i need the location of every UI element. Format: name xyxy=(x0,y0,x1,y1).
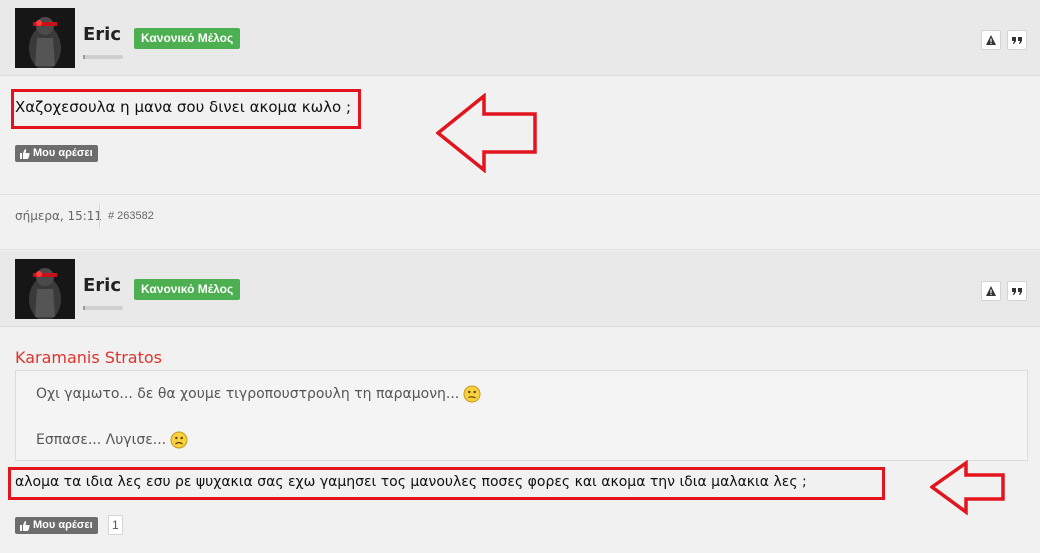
annotation-box-1 xyxy=(11,89,361,129)
thumbs-up-icon xyxy=(20,148,30,159)
quote-button[interactable] xyxy=(1007,281,1027,301)
reputation-bar xyxy=(83,306,123,310)
footer-divider xyxy=(99,204,100,228)
quote-block: Οχι γαμωτο... δε θα χουμε τιγροπουστρουλ… xyxy=(15,370,1028,461)
quote-line-1-text: Οχι γαμωτο... δε θα χουμε τιγροπουστρουλ… xyxy=(36,386,460,402)
reputation-bar xyxy=(83,55,123,59)
quote-icon xyxy=(1012,37,1022,44)
post-1-footer: σήμερα, 15:11 # 263582 xyxy=(0,194,1040,240)
annotation-box-2 xyxy=(8,467,885,500)
quote-line-2-text: Εσπασε... Λυγισε... xyxy=(36,432,167,448)
rank-badge: Κανονικό Μέλος xyxy=(134,279,241,300)
warning-icon xyxy=(986,35,996,45)
post-separator xyxy=(0,240,1040,250)
like-button[interactable]: Μου αρέσει xyxy=(15,517,98,534)
avatar[interactable] xyxy=(15,259,75,319)
thumbs-up-icon xyxy=(20,520,30,531)
report-button[interactable] xyxy=(981,30,1001,50)
username[interactable]: Eric xyxy=(83,275,121,296)
quote-line: Εσπασε... Λυγισε... xyxy=(36,431,188,449)
post-date[interactable]: σήμερα, 15:11 xyxy=(15,209,102,223)
like-button-label: Μου αρέσει xyxy=(33,519,93,531)
like-button-label: Μου αρέσει xyxy=(33,147,93,159)
post-permalink[interactable]: # 263582 xyxy=(108,210,154,222)
confused-smiley-icon xyxy=(463,385,481,403)
sad-smiley-icon xyxy=(170,431,188,449)
annotation-arrow-2 xyxy=(930,460,1005,516)
post-2-header: Eric Κανονικό Μέλος xyxy=(0,251,1040,327)
post-1-header: Eric Κανονικό Μέλος xyxy=(0,0,1040,76)
report-button[interactable] xyxy=(981,281,1001,301)
like-button[interactable]: Μου αρέσει xyxy=(15,145,98,162)
quote-line: Οχι γαμωτο... δε θα χουμε τιγροπουστρουλ… xyxy=(36,385,481,403)
annotation-arrow-1 xyxy=(436,93,537,173)
username[interactable]: Eric xyxy=(83,24,121,45)
quote-author[interactable]: Karamanis Stratos xyxy=(15,348,162,367)
quote-button[interactable] xyxy=(1007,30,1027,50)
warning-icon xyxy=(986,286,996,296)
avatar[interactable] xyxy=(15,8,75,68)
like-count[interactable]: 1 xyxy=(108,515,123,535)
rank-badge: Κανονικό Μέλος xyxy=(134,28,241,49)
quote-icon xyxy=(1012,288,1022,295)
